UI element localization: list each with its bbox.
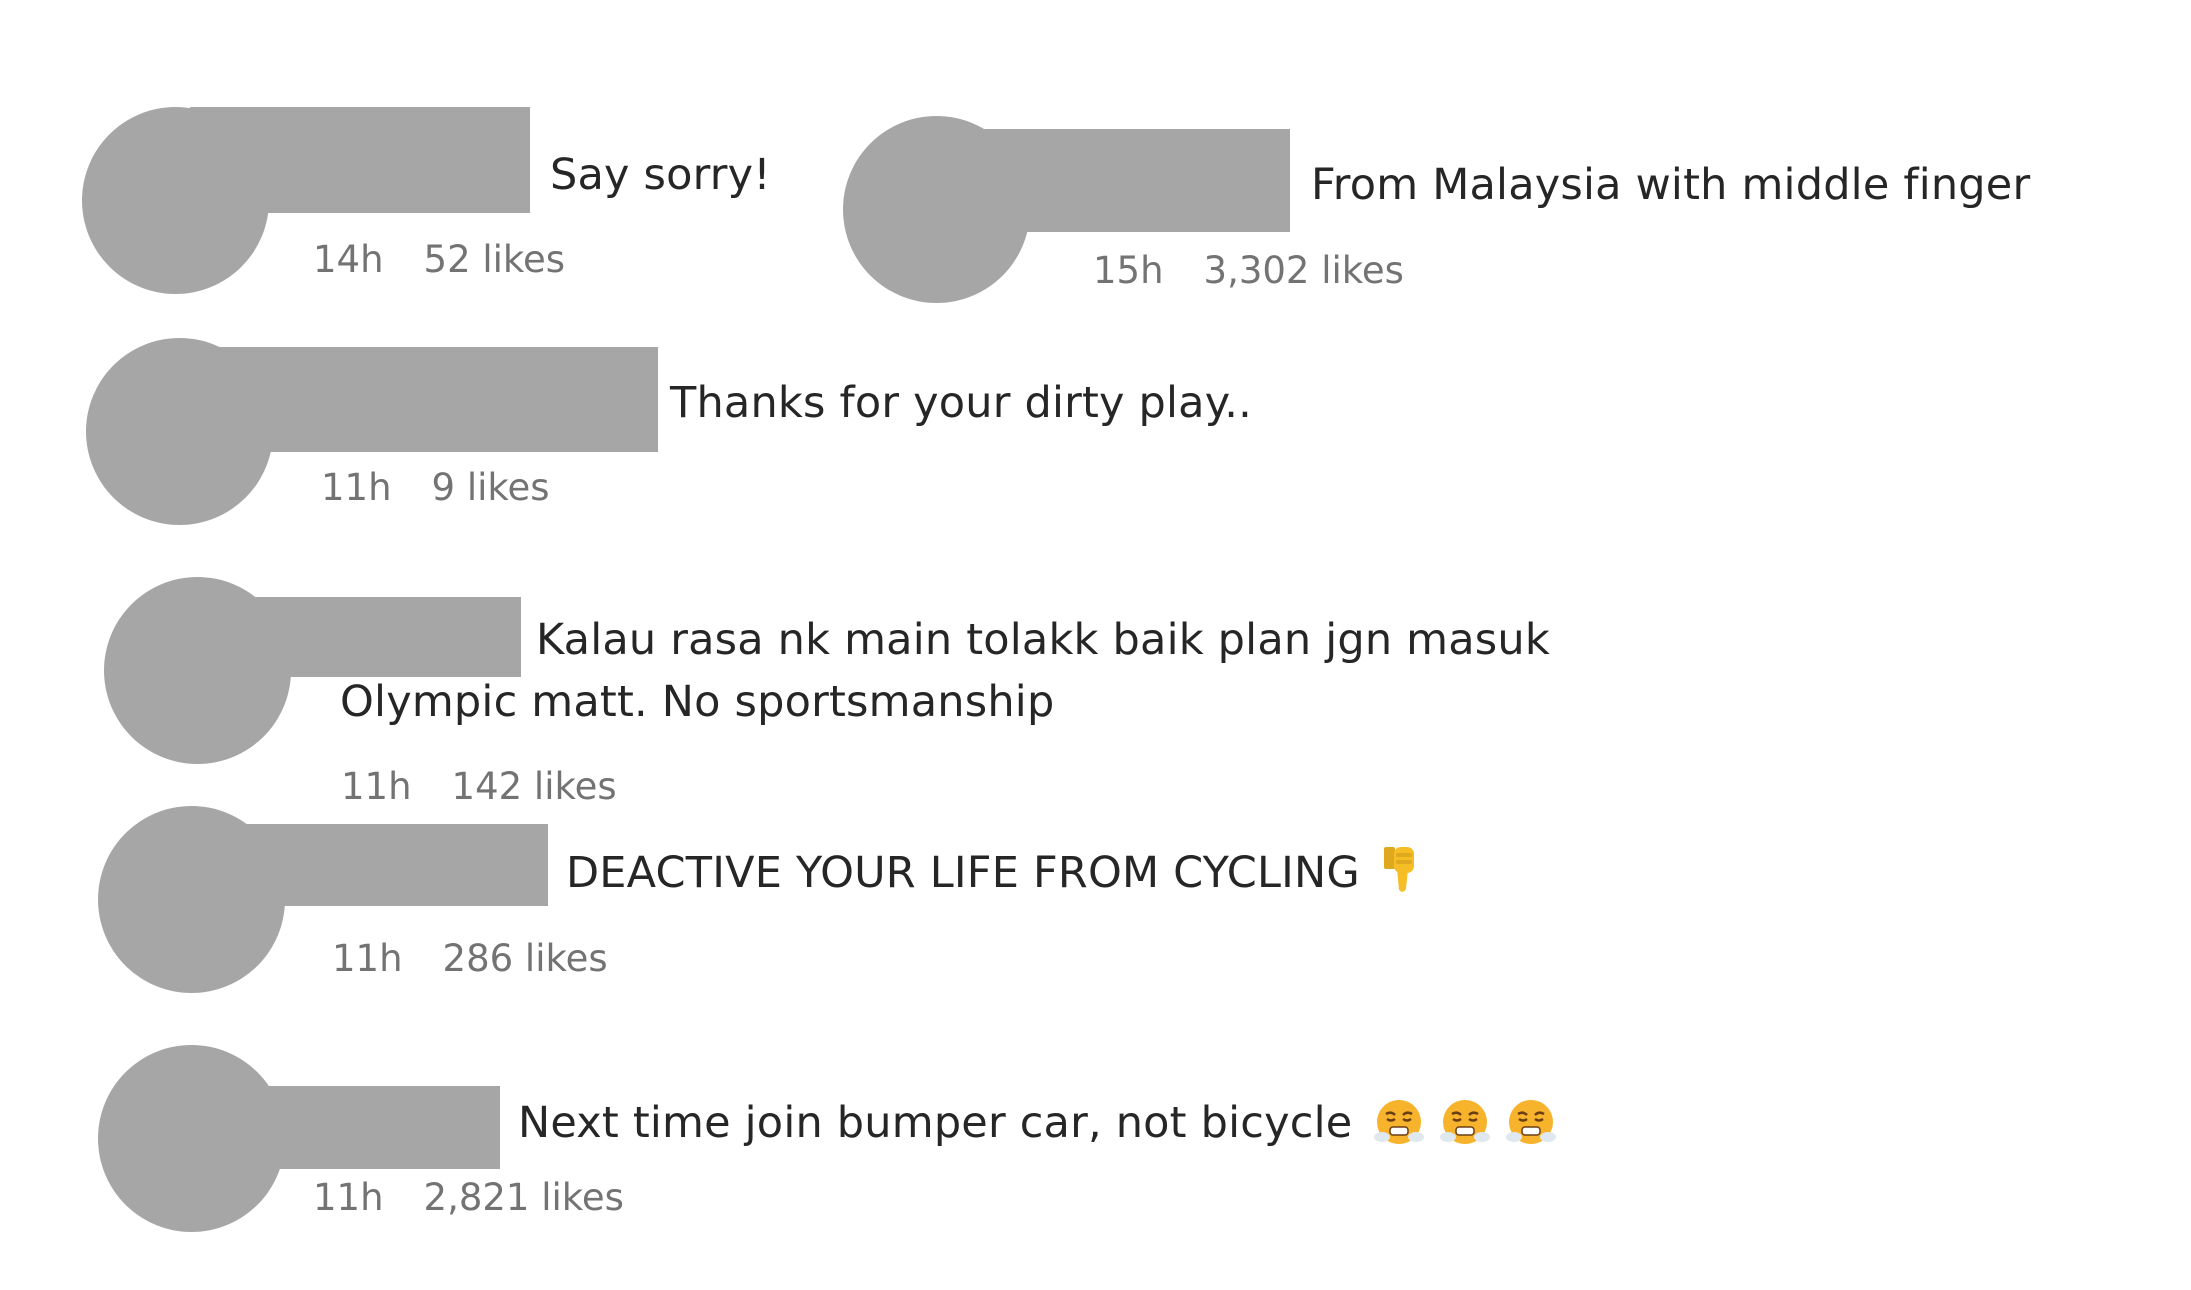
comment-meta: 11h 286 likes [332, 937, 608, 981]
comment-meta: 15h 3,302 likes [1093, 249, 1404, 293]
comment-timestamp: 15h [1093, 249, 1164, 292]
face-with-steam-emoji [1374, 1100, 1425, 1144]
redacted-username [198, 347, 658, 452]
redacted-username [190, 107, 530, 213]
comment-text: Next time join bumper car, not bicycle [518, 1093, 1557, 1153]
comment-text-content: Next time join bumper car, not bicycle [518, 1098, 1353, 1148]
face-with-steam-emoji [1440, 1100, 1491, 1144]
redacted-username [200, 1086, 500, 1169]
comment-text-content: DEACTIVE YOUR LIFE FROM CYCLING [566, 848, 1360, 898]
likes-count[interactable]: 9 likes [432, 466, 550, 510]
comment-text: Say sorry! [550, 150, 771, 200]
thumbs-down-emoji [1383, 847, 1414, 892]
comment-text: From Malaysia with middle finger [1311, 160, 2031, 210]
likes-count[interactable]: 52 likes [424, 238, 566, 282]
face-with-steam-emoji [1506, 1100, 1557, 1144]
likes-count[interactable]: 142 likes [452, 765, 617, 809]
redacted-username [200, 824, 548, 906]
comment-text-line-1: Kalau rasa nk main tolakk baik plan jgn … [536, 615, 1550, 665]
comment-meta: 11h 142 likes [341, 765, 617, 809]
likes-count[interactable]: 2,821 likes [424, 1176, 624, 1220]
comment-meta: 11h 2,821 likes [313, 1176, 624, 1220]
comment-text-line-2: Olympic matt. No sportsmanship [340, 677, 1055, 727]
comment-timestamp: 11h [341, 765, 412, 808]
likes-count[interactable]: 286 likes [443, 937, 608, 981]
comment-timestamp: 11h [313, 1176, 384, 1219]
comment-timestamp: 11h [332, 937, 403, 980]
likes-count[interactable]: 3,302 likes [1204, 249, 1404, 293]
comment-meta: 14h 52 likes [313, 238, 565, 282]
comment-text: DEACTIVE YOUR LIFE FROM CYCLING [566, 843, 1416, 903]
comment-timestamp: 11h [321, 466, 392, 509]
redacted-username [958, 129, 1290, 232]
comment-timestamp: 14h [313, 238, 384, 281]
redacted-username [215, 597, 521, 677]
comment-meta: 11h 9 likes [321, 466, 550, 510]
comment-text: Thanks for your dirty play.. [670, 378, 1252, 428]
